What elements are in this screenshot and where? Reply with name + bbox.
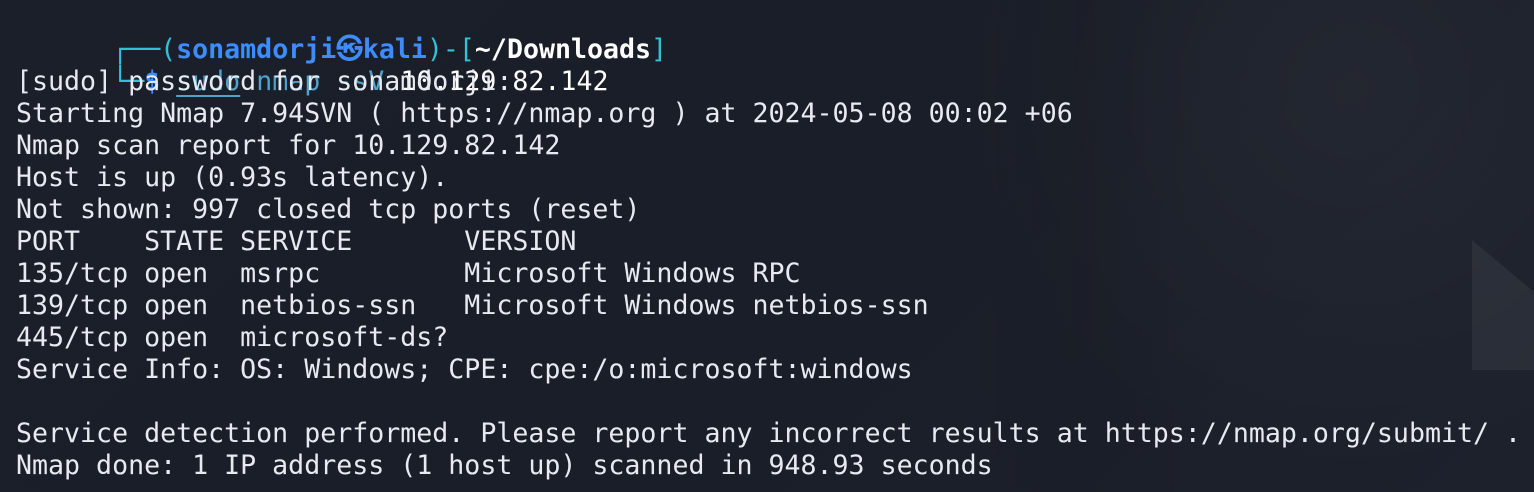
service-info-line: Service Info: OS: Windows; CPE: cpe:/o:m… — [16, 354, 913, 385]
port-row-445: 445/tcp open microsoft-ds? — [16, 322, 449, 353]
scan-report-line: Nmap scan report for 10.129.82.142 — [16, 130, 561, 161]
command-line: └─$ sudo nmap -sV 10.129.82.142 — [16, 34, 608, 97]
terminal-content[interactable]: ┌──(sonamdorji㉿kali)-[~/Downloads] └─$ s… — [16, 0, 1534, 492]
port-row-139: 139/tcp open netbios-ssn Microsoft Windo… — [16, 290, 929, 321]
prompt-context-line: ┌──(sonamdorji㉿kali)-[~/Downloads] — [16, 2, 667, 65]
not-shown-line: Not shown: 997 closed tcp ports (reset) — [16, 194, 641, 225]
password-prompt-line: [sudo] password for sonamdorji: — [16, 66, 513, 97]
port-table-header: PORT STATE SERVICE VERSION — [16, 226, 577, 257]
prompt-frame-end: ] — [651, 34, 668, 65]
host-status-line: Host is up (0.93s latency). — [16, 162, 449, 193]
service-detection-line: Service detection performed. Please repo… — [16, 418, 1522, 449]
port-row-135: 135/tcp open msrpc Microsoft Windows RPC — [16, 258, 801, 289]
nmap-done-line: Nmap done: 1 IP address (1 host up) scan… — [16, 450, 993, 481]
terminal-window[interactable]: ┌──(sonamdorji㉿kali)-[~/Downloads] └─$ s… — [0, 0, 1534, 492]
nmap-start-line: Starting Nmap 7.94SVN ( https://nmap.org… — [16, 98, 1073, 129]
